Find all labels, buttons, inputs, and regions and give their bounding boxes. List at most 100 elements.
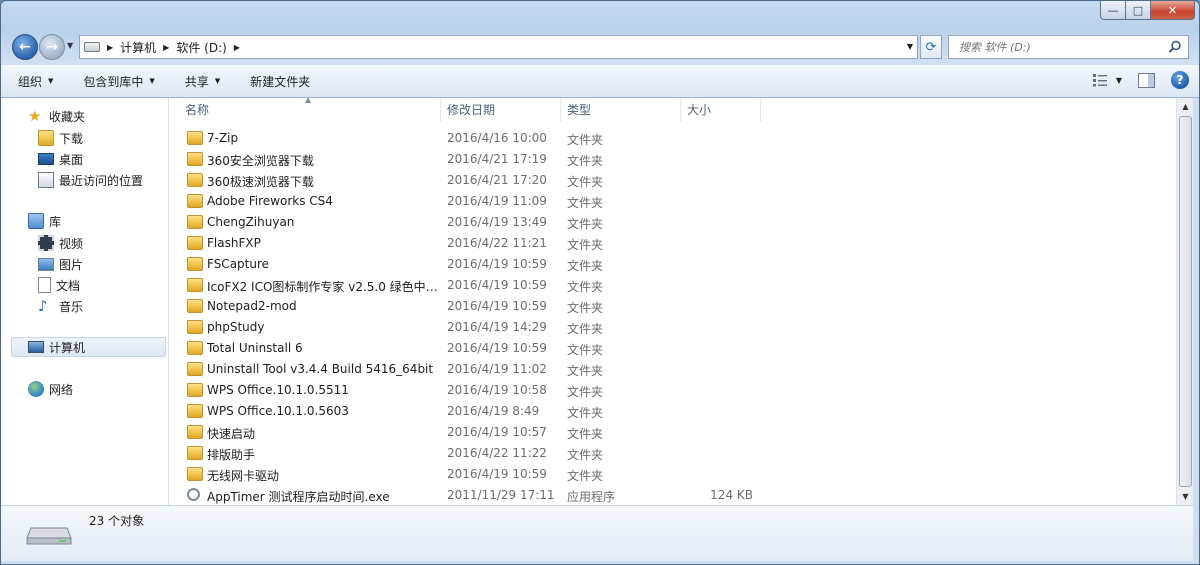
table-row[interactable]: WPS Office.10.1.0.5511 2016/4/19 10:58 文件夹: [183, 380, 1143, 401]
table-row[interactable]: Uninstall Tool v3.4.4 Build 5416_64bit 20…: [183, 359, 1143, 380]
nav-documents[interactable]: 文档: [38, 275, 80, 295]
file-name: Total Uninstall 6: [207, 341, 303, 355]
file-type: 文件夹: [567, 217, 604, 231]
table-row[interactable]: 无线网卡驱动 2016/4/19 10:59 文件夹: [183, 464, 1143, 485]
table-row[interactable]: AppTimer 测试程序启动时间.exe 2011/11/29 17:11 应用程…: [183, 485, 1143, 506]
file-type: 文件夹: [567, 448, 604, 462]
file-date: 2011/11/29 17:11: [447, 488, 555, 502]
folder-icon: [187, 383, 203, 397]
scroll-up-icon[interactable]: ▲: [1177, 98, 1194, 115]
table-row[interactable]: FlashFXP 2016/4/22 11:21 文件夹: [183, 233, 1143, 254]
file-name: AppTimer 测试程序启动时间.exe: [207, 490, 390, 504]
column-header-size[interactable]: 大小: [681, 98, 761, 122]
table-row[interactable]: Adobe Fireworks CS4 2016/4/19 11:09 文件夹: [183, 191, 1143, 212]
preview-pane-button[interactable]: [1138, 72, 1155, 88]
library-icon: [28, 213, 44, 229]
navigation-pane: ★ 收藏夹 下载 桌面 最近访问的位置 库 视频 图片 文档 ♪ 音乐 计算机 …: [1, 98, 169, 505]
column-header-type[interactable]: 类型: [561, 98, 681, 122]
nav-music[interactable]: ♪ 音乐: [38, 296, 83, 316]
arrow-right-icon: →: [46, 39, 58, 55]
table-row[interactable]: 360安全浏览器下载 2016/4/21 17:19 文件夹: [183, 149, 1143, 170]
chevron-down-icon: ▼: [214, 77, 221, 85]
file-type: 文件夹: [567, 406, 604, 420]
address-dropdown-icon[interactable]: ▼: [907, 42, 913, 51]
table-row[interactable]: ChengZihuyan 2016/4/19 13:49 文件夹: [183, 212, 1143, 233]
include-library-button[interactable]: 包含到库中 ▼: [83, 73, 154, 90]
file-date: 2016/4/19 11:02: [447, 362, 547, 376]
file-name: ChengZihuyan: [207, 215, 295, 229]
breadcrumb-computer[interactable]: 计算机: [120, 39, 156, 56]
table-row[interactable]: FSCapture 2016/4/19 10:59 文件夹: [183, 254, 1143, 275]
share-button[interactable]: 共享 ▼: [185, 73, 220, 90]
vertical-scrollbar[interactable]: ▲ ▼: [1176, 98, 1194, 505]
file-date: 2016/4/19 13:49: [447, 215, 547, 229]
chevron-right-icon[interactable]: ▶: [234, 43, 240, 52]
nav-network[interactable]: 网络: [28, 379, 73, 399]
table-row[interactable]: Total Uninstall 6 2016/4/19 10:59 文件夹: [183, 338, 1143, 359]
table-row[interactable]: 7-Zip 2016/4/16 10:00 文件夹: [183, 128, 1143, 149]
minimize-button[interactable]: —: [1100, 1, 1126, 20]
address-bar[interactable]: ▶ 计算机 ▶ 软件 (D:) ▶ ▼: [79, 35, 918, 59]
refresh-button[interactable]: ⟳: [920, 35, 942, 59]
folder-icon: [187, 362, 203, 376]
back-button[interactable]: ←: [12, 34, 38, 60]
maximize-button[interactable]: □: [1126, 1, 1151, 20]
chevron-right-icon[interactable]: ▶: [163, 43, 169, 52]
file-date: 2016/4/22 11:22: [447, 446, 547, 460]
file-type: 文件夹: [567, 364, 604, 378]
nav-pictures[interactable]: 图片: [38, 254, 83, 274]
table-row[interactable]: phpStudy 2016/4/19 14:29 文件夹: [183, 317, 1143, 338]
chevron-right-icon[interactable]: ▶: [107, 43, 113, 52]
column-header-name[interactable]: 名称: [179, 98, 441, 122]
nav-downloads[interactable]: 下载: [38, 128, 83, 148]
recent-pages-dropdown[interactable]: ▼: [67, 41, 73, 50]
search-icon[interactable]: [1168, 40, 1182, 54]
file-name: Notepad2-mod: [207, 299, 297, 313]
file-list: ▲ 名称 修改日期 类型 大小 7-Zip 2016/4/16 10:00 文件夹 3…: [169, 95, 1176, 506]
file-date: 2016/4/19 10:57: [447, 425, 547, 439]
table-row[interactable]: 排版助手 2016/4/22 11:22 文件夹: [183, 443, 1143, 464]
nav-videos[interactable]: 视频: [38, 233, 83, 253]
nav-computer[interactable]: 计算机: [11, 337, 166, 357]
folder-icon: [187, 257, 203, 271]
folder-icon: [187, 278, 203, 292]
file-date: 2016/4/22 11:21: [447, 236, 547, 250]
table-row[interactable]: Notepad2-mod 2016/4/19 10:59 文件夹: [183, 296, 1143, 317]
file-date: 2016/4/19 10:58: [447, 383, 547, 397]
column-header-date[interactable]: 修改日期: [441, 98, 561, 122]
breadcrumb-drive[interactable]: 软件 (D:): [176, 39, 226, 56]
explorer-window: — □ ✕ ← → ▼ ▶ 计算机 ▶ 软件 (D:) ▶ ▼ ⟳ 组织: [0, 0, 1200, 565]
table-row[interactable]: 360极速浏览器下载 2016/4/21 17:20 文件夹: [183, 170, 1143, 191]
nav-desktop[interactable]: 桌面: [38, 149, 83, 169]
file-name: 无线网卡驱动: [207, 469, 280, 483]
file-name: Adobe Fireworks CS4: [207, 194, 333, 208]
help-button[interactable]: ?: [1171, 71, 1189, 89]
file-name: Uninstall Tool v3.4.4 Build 5416_64bit: [207, 362, 434, 376]
folder-icon: [187, 131, 203, 145]
change-view-button[interactable]: ▼: [1092, 73, 1122, 87]
chevron-down-icon: ▼: [1115, 75, 1122, 85]
organize-button[interactable]: 组织 ▼: [18, 73, 53, 90]
file-type: 文件夹: [567, 133, 604, 147]
table-row[interactable]: WPS Office.10.1.0.5603 2016/4/19 8:49 文件夹: [183, 401, 1143, 422]
scroll-thumb[interactable]: [1179, 116, 1192, 487]
nav-libraries[interactable]: 库: [28, 211, 61, 231]
scroll-down-icon[interactable]: ▼: [1177, 488, 1194, 505]
share-label: 共享: [184, 74, 209, 89]
close-button[interactable]: ✕: [1151, 1, 1195, 20]
folder-icon: [187, 194, 203, 208]
details-pane: 23 个对象: [1, 505, 1193, 561]
search-box[interactable]: [948, 35, 1189, 59]
table-row[interactable]: IcoFX2 ICO图标制作专家 v2.5.0 绿色中文汉化版 2016/4/19…: [183, 275, 1143, 296]
new-folder-button[interactable]: 新建文件夹: [250, 73, 310, 90]
file-type: 文件夹: [567, 238, 604, 252]
video-icon: [38, 235, 54, 251]
forward-button[interactable]: →: [39, 34, 65, 60]
table-row[interactable]: 快速启动 2016/4/19 10:57 文件夹: [183, 422, 1143, 443]
documents-icon: [38, 277, 51, 293]
include-library-label: 包含到库中: [83, 74, 144, 89]
nav-recent-places[interactable]: 最近访问的位置: [38, 170, 143, 190]
nav-favorites[interactable]: ★ 收藏夹: [28, 106, 85, 126]
folder-icon: [187, 425, 203, 439]
search-input[interactable]: [959, 40, 1159, 54]
